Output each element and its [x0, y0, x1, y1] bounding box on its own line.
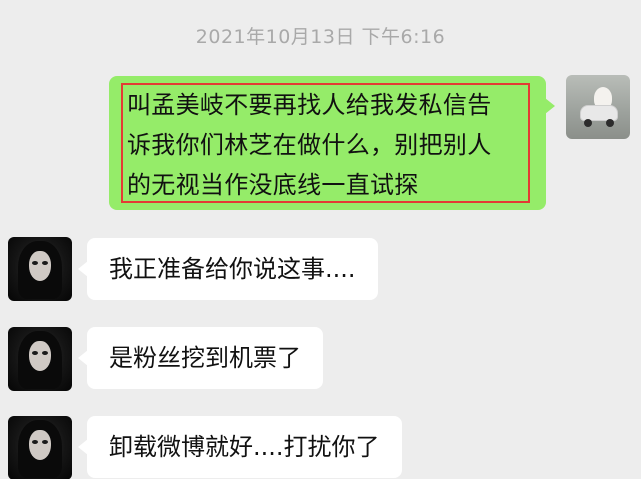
avatar-eye	[42, 261, 48, 265]
self-message-line: 叫孟美岐不要再找人给我发私信告	[127, 91, 492, 119]
contact-avatar[interactable]	[8, 237, 72, 301]
cart-wheel	[606, 119, 614, 127]
chat-window: 2021年10月13日 下午6:16 叫孟美岐不要再找人给我发私信告 诉我你们林…	[0, 0, 641, 479]
self-message-text: 叫孟美岐不要再找人给我发私信告 诉我你们林芝在做什么，别把别人 的无视当作没底线…	[127, 85, 537, 205]
avatar-face	[29, 341, 51, 371]
cart-wheel	[584, 119, 592, 127]
avatar-eye	[42, 440, 48, 444]
self-message-line: 诉我你们林芝在做什么，别把别人	[127, 131, 492, 159]
avatar-eye	[32, 351, 38, 355]
contact-message-bubble[interactable]: 我正准备给你说这事....	[78, 238, 378, 300]
contact-message-bubble[interactable]: 卸载微博就好....打扰你了	[78, 416, 402, 478]
self-message-line: 的无视当作没底线一直试探	[127, 171, 419, 199]
avatar-face	[29, 430, 51, 460]
avatar-eye	[32, 261, 38, 265]
contact-avatar[interactable]	[8, 416, 72, 479]
contact-message-bubble[interactable]: 是粉丝挖到机票了	[78, 327, 323, 389]
self-avatar[interactable]	[566, 75, 630, 139]
message-timestamp: 2021年10月13日 下午6:16	[195, 26, 446, 48]
contact-avatar[interactable]	[8, 327, 72, 391]
avatar-face	[29, 251, 51, 281]
avatar-eye	[42, 351, 48, 355]
self-message-bubble[interactable]: 叫孟美岐不要再找人给我发私信告 诉我你们林芝在做什么，别把别人 的无视当作没底线…	[109, 76, 555, 210]
avatar-eye	[32, 440, 38, 444]
